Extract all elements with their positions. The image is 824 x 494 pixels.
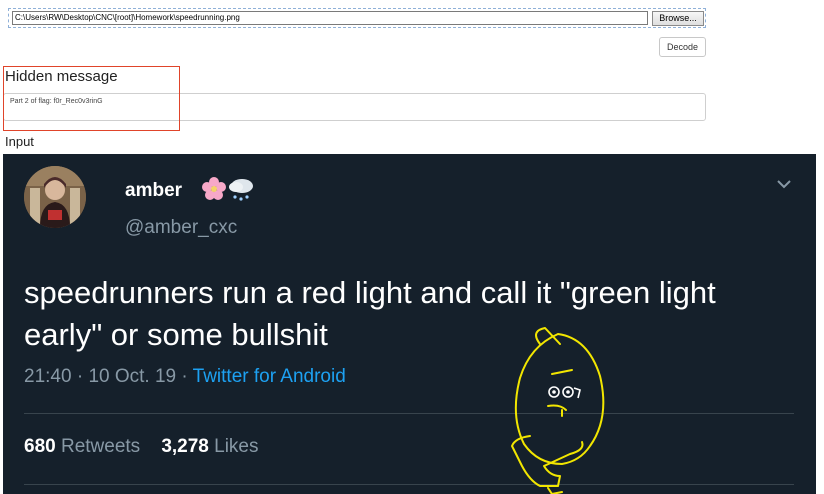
retweets-label: Retweets — [60, 436, 141, 457]
tweet-date[interactable]: 10 Oct. 19 — [88, 366, 176, 387]
likes-stat[interactable]: 3,278 Likes — [161, 436, 258, 457]
meta-separator: · — [76, 366, 84, 387]
avatar[interactable] — [24, 166, 86, 228]
author-name[interactable]: amber — [125, 180, 182, 202]
hidden-message-field[interactable]: Part 2 of flag: f0r_Rec0v3rinG — [3, 93, 706, 121]
tweet-stats: 680 Retweets 3,278 Likes — [24, 436, 259, 458]
input-label: Input — [5, 134, 34, 149]
file-path-field[interactable]: C:\Users\RW\Desktop\CNC\[root]\Homework\… — [12, 11, 648, 25]
tweet-text: speedrunners run a red light and call it… — [24, 275, 716, 352]
file-chooser: C:\Users\RW\Desktop\CNC\[root]\Homework\… — [8, 8, 706, 28]
tweet-source[interactable]: Twitter for Android — [193, 366, 346, 387]
chevron-down-icon[interactable] — [776, 178, 792, 190]
author-emoji — [202, 177, 253, 201]
divider — [24, 413, 794, 414]
tweet-time[interactable]: 21:40 — [24, 366, 72, 387]
tweet-card: amber @amber_cxc speedrunners run a red … — [3, 154, 816, 494]
likes-count: 3,278 — [161, 436, 209, 457]
decode-button[interactable]: Decode — [659, 37, 706, 57]
avatar-image — [24, 166, 86, 228]
author-handle[interactable]: @amber_cxc — [125, 217, 237, 239]
meta-separator: · — [181, 366, 188, 387]
divider — [24, 484, 794, 485]
cherry-blossom-icon — [202, 177, 226, 200]
tweet-meta: 21:40 · 10 Oct. 19 · Twitter for Android — [24, 366, 346, 388]
retweets-count: 680 — [24, 436, 56, 457]
hidden-message-title: Hidden message — [5, 68, 118, 85]
retweets-stat[interactable]: 680 Retweets — [24, 436, 140, 457]
browse-button[interactable]: Browse... — [652, 11, 704, 26]
likes-label: Likes — [214, 436, 259, 457]
cloud-with-snow-icon — [229, 179, 253, 201]
